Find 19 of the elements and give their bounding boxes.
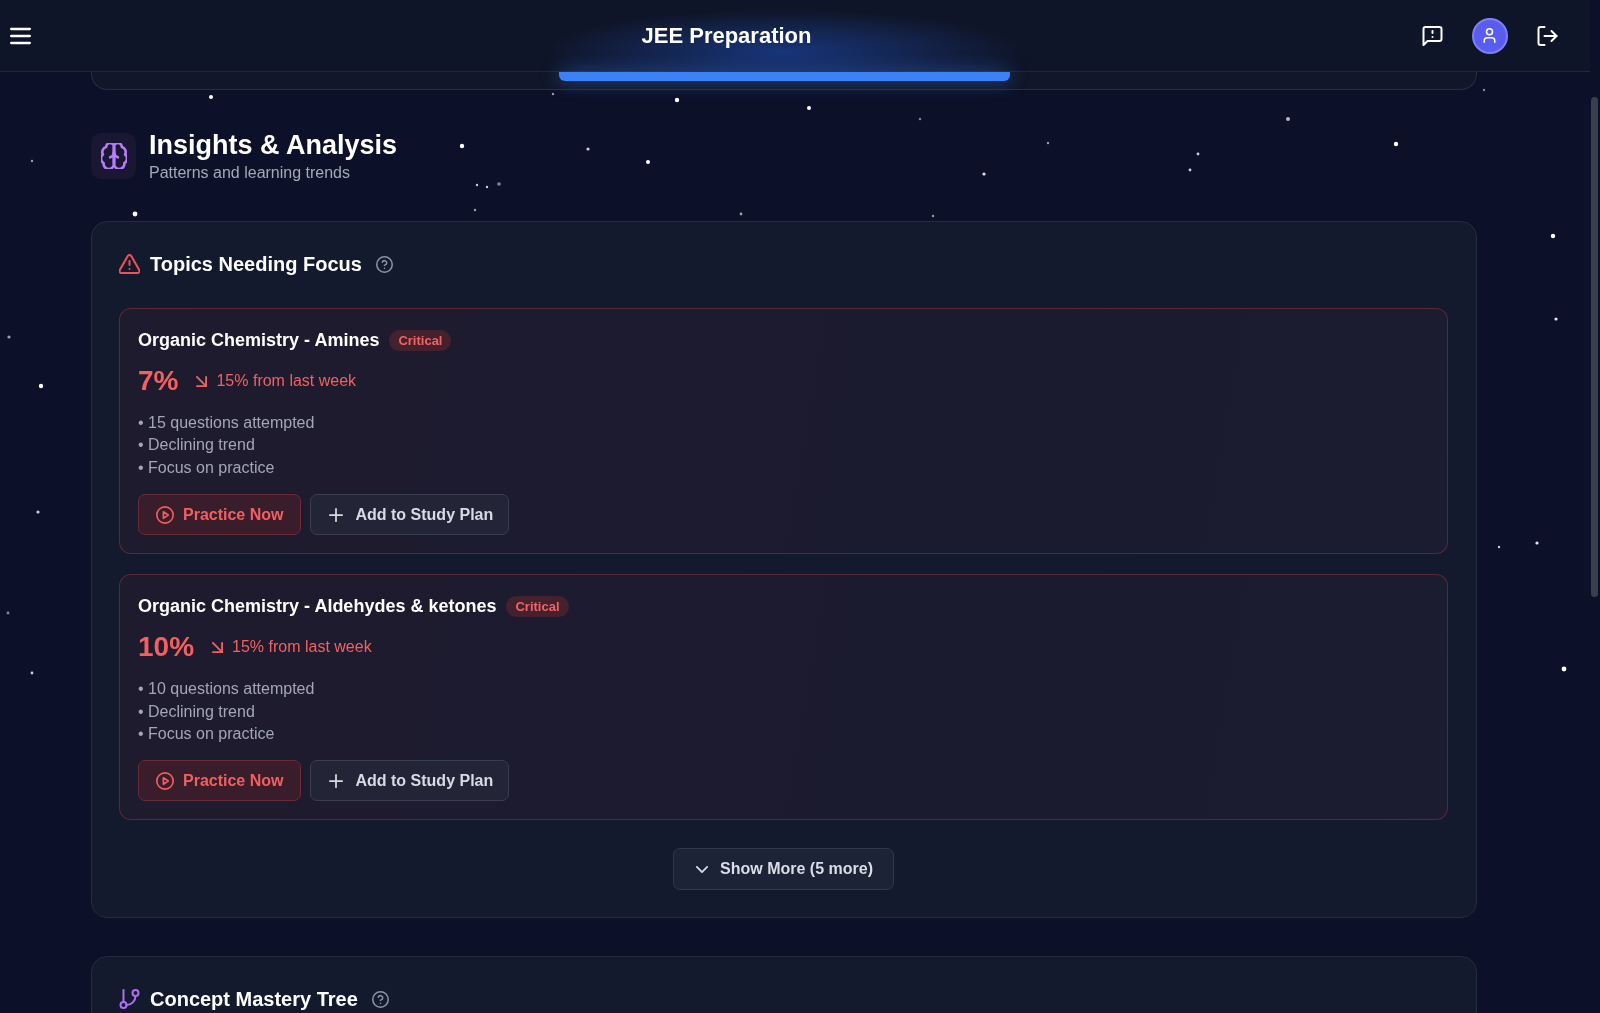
score-value: 7% [138, 365, 179, 397]
detail-text: • Focus on practice [138, 724, 275, 745]
detail-text: • Focus on practice [138, 457, 275, 478]
severity-badge: Critical [389, 329, 452, 351]
app-title: JEE Preparation [641, 22, 812, 49]
detail-text: • 15 questions attempted [138, 413, 315, 433]
detail-text: • Declining trend [138, 701, 255, 722]
page-subtitle: Patterns and learning trends [149, 163, 351, 183]
severity-badge: Critical [506, 595, 569, 617]
detail-text: • Declining trend [138, 435, 255, 456]
page-title: Insights & Analysis [149, 129, 398, 161]
change-text: 15% from last week [216, 372, 357, 390]
section-title: Concept Mastery Tree [150, 987, 358, 1011]
topic-title: Organic Chemistry - Aldehydes & ketones [138, 595, 497, 617]
change-text: 15% from last week [232, 638, 372, 657]
detail-text: • 10 questions attempted [138, 679, 315, 700]
topic-title: Organic Chemistry - Amines [138, 329, 380, 351]
section-title: Topics Needing Focus [150, 252, 362, 276]
score-value: 10% [138, 631, 195, 664]
